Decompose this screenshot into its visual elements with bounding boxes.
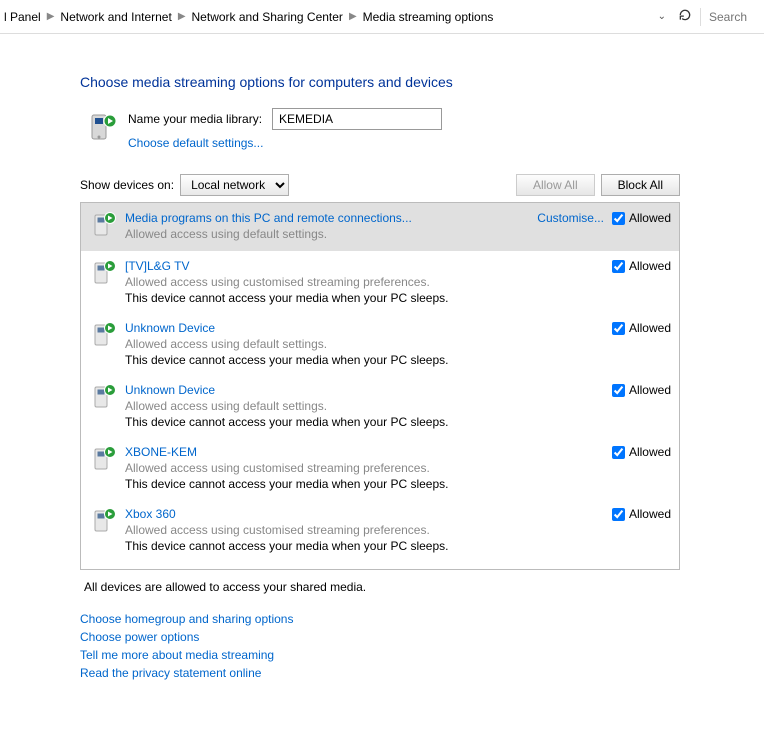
allowed-checkbox-label[interactable]: Allowed	[612, 507, 671, 521]
customise-link[interactable]: Customise...	[537, 211, 604, 225]
chevron-down-icon[interactable]: ⌄	[654, 9, 670, 24]
computer-icon	[88, 113, 118, 145]
allowed-checkbox[interactable]	[612, 446, 625, 459]
breadcrumb-item[interactable]: Network and Sharing Center	[188, 10, 347, 24]
bottom-link[interactable]: Read the privacy statement online	[80, 666, 680, 680]
device-icon	[91, 259, 117, 289]
allowed-checkbox[interactable]	[612, 212, 625, 225]
bottom-link[interactable]: Choose power options	[80, 630, 680, 644]
device-icon	[91, 211, 117, 241]
allowed-label-text: Allowed	[629, 259, 671, 273]
allowed-label-text: Allowed	[629, 445, 671, 459]
allowed-label-text: Allowed	[629, 383, 671, 397]
allowed-checkbox-label[interactable]: Allowed	[612, 383, 671, 397]
chevron-right-icon: ▶	[347, 11, 359, 22]
allowed-checkbox-label[interactable]: Allowed	[612, 445, 671, 459]
allowed-checkbox[interactable]	[612, 260, 625, 273]
device-name-link[interactable]: [TV]L&G TV	[125, 259, 612, 273]
allowed-label-text: Allowed	[629, 321, 671, 335]
address-bar: l Panel ▶ Network and Internet ▶ Network…	[0, 0, 764, 34]
page-title: Choose media streaming options for compu…	[80, 74, 680, 90]
allowed-label-text: Allowed	[629, 507, 671, 521]
allowed-checkbox[interactable]	[612, 508, 625, 521]
allowed-checkbox-label[interactable]: Allowed	[612, 211, 671, 225]
device-row[interactable]: Unknown Device Allowed access using defau…	[81, 313, 679, 375]
device-row[interactable]: XBONE-KEM Allowed access using customised…	[81, 437, 679, 499]
device-sleep-note: This device cannot access your media whe…	[125, 477, 612, 491]
library-name-input[interactable]	[272, 108, 442, 130]
chevron-right-icon: ▶	[176, 11, 188, 22]
search-input[interactable]	[700, 8, 756, 26]
device-name-link[interactable]: XBONE-KEM	[125, 445, 612, 459]
device-description: Allowed access using customised streamin…	[125, 523, 612, 537]
device-description: Allowed access using customised streamin…	[125, 461, 612, 475]
device-sleep-note: This device cannot access your media whe…	[125, 353, 612, 367]
device-name-link[interactable]: Xbox 360	[125, 507, 612, 521]
device-row[interactable]: [TV]L&G TV Allowed access using customise…	[81, 251, 679, 313]
allowed-checkbox-label[interactable]: Allowed	[612, 259, 671, 273]
device-icon	[91, 321, 117, 351]
breadcrumb: l Panel ▶ Network and Internet ▶ Network…	[0, 10, 654, 24]
network-select[interactable]: Local network	[180, 174, 289, 196]
refresh-icon[interactable]	[676, 6, 694, 27]
device-row[interactable]: Media programs on this PC and remote con…	[81, 203, 679, 251]
device-description: Allowed access using customised streamin…	[125, 275, 612, 289]
device-name-link[interactable]: Unknown Device	[125, 321, 612, 335]
choose-default-settings-link[interactable]: Choose default settings...	[128, 136, 442, 150]
device-sleep-note: This device cannot access your media whe…	[125, 291, 612, 305]
allowed-checkbox[interactable]	[612, 322, 625, 335]
library-name-label: Name your media library:	[128, 112, 262, 126]
breadcrumb-item[interactable]: Network and Internet	[56, 10, 175, 24]
allowed-label-text: Allowed	[629, 211, 671, 225]
device-row[interactable]: Xbox 360 Allowed access using customised …	[81, 499, 679, 561]
device-name-link[interactable]: Media programs on this PC and remote con…	[125, 211, 537, 225]
breadcrumb-item[interactable]: Media streaming options	[359, 10, 498, 24]
device-row[interactable]: Unknown Device Allowed access using defau…	[81, 375, 679, 437]
device-icon	[91, 507, 117, 537]
allowed-checkbox-label[interactable]: Allowed	[612, 321, 671, 335]
chevron-right-icon: ▶	[45, 11, 57, 22]
block-all-button[interactable]: Block All	[601, 174, 680, 196]
device-icon	[91, 445, 117, 475]
show-devices-label: Show devices on:	[80, 178, 174, 192]
device-list: Media programs on this PC and remote con…	[80, 202, 680, 570]
device-icon	[91, 383, 117, 413]
device-name-link[interactable]: Unknown Device	[125, 383, 612, 397]
breadcrumb-item[interactable]: l Panel	[0, 10, 45, 24]
allowed-checkbox[interactable]	[612, 384, 625, 397]
allow-all-button[interactable]: Allow All	[516, 174, 595, 196]
device-sleep-note: This device cannot access your media whe…	[125, 539, 612, 553]
device-description: Allowed access using default settings.	[125, 337, 612, 351]
status-text: All devices are allowed to access your s…	[80, 570, 680, 594]
device-description: Allowed access using default settings.	[125, 227, 537, 241]
bottom-link[interactable]: Tell me more about media streaming	[80, 648, 680, 662]
bottom-link[interactable]: Choose homegroup and sharing options	[80, 612, 680, 626]
bottom-links: Choose homegroup and sharing options Choo…	[80, 594, 680, 680]
device-description: Allowed access using default settings.	[125, 399, 612, 413]
device-sleep-note: This device cannot access your media whe…	[125, 415, 612, 429]
